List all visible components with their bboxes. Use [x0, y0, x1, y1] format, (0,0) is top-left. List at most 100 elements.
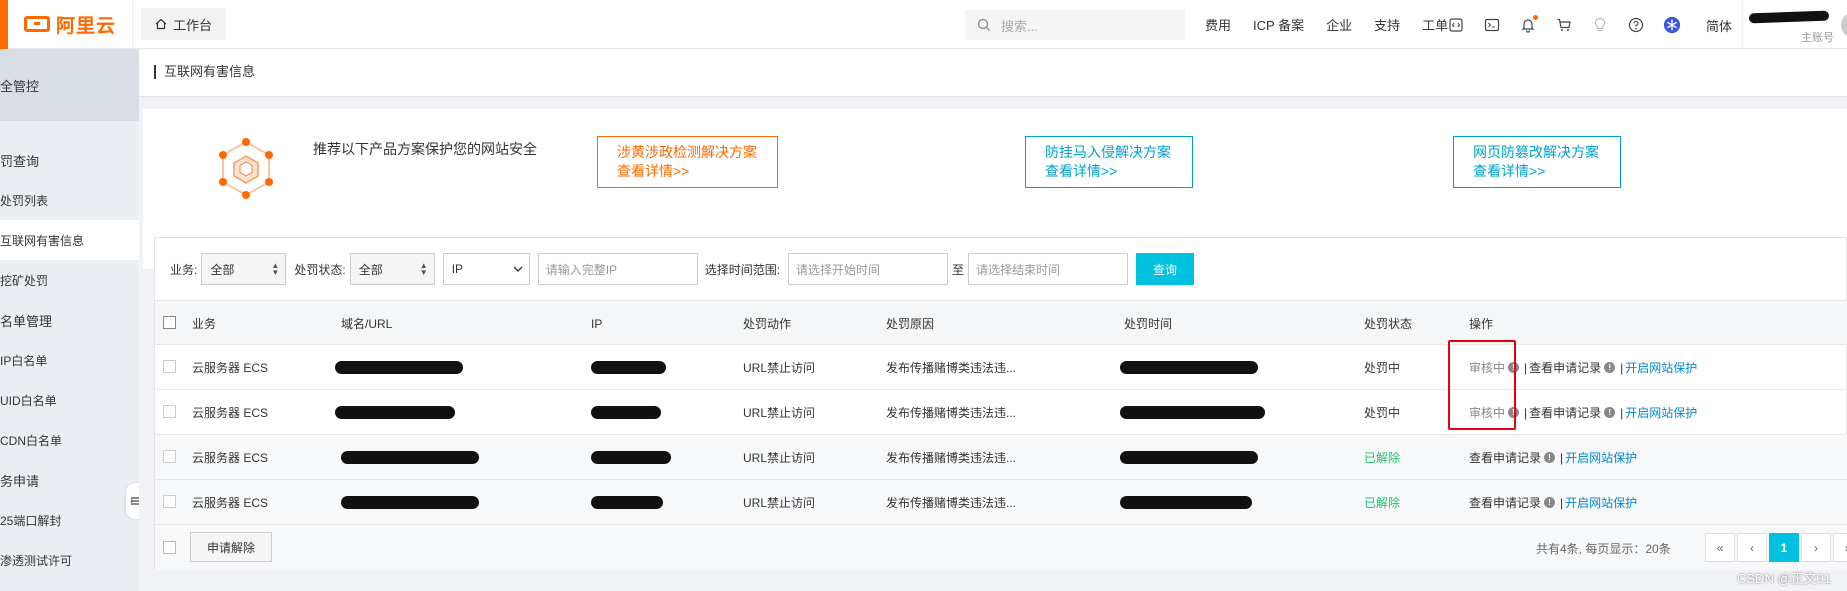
terminal-icon[interactable] [1483, 16, 1501, 34]
col-action: 处罚动作 [743, 317, 792, 331]
code-icon[interactable] [1447, 16, 1465, 34]
sidebar-item-port25-unblock[interactable]: 25端口解封 [0, 500, 139, 540]
info-icon[interactable]: ! [1604, 362, 1616, 373]
info-icon[interactable]: ! [1604, 407, 1616, 418]
row-checkbox[interactable] [163, 495, 176, 508]
workbench-label: 工作台 [173, 17, 213, 33]
nav-fees[interactable]: 费用 [1205, 15, 1231, 34]
footer-select-all-checkbox[interactable] [163, 541, 176, 554]
row-reason: 发布传播赌博类违法违... [886, 451, 1017, 465]
top-nav: 费用 ICP 备案 企业 支持 工单 [1205, 0, 1470, 49]
status-value: 全部 [358, 262, 383, 277]
promo-link[interactable]: 查看详情>> [617, 162, 777, 181]
next-page-button[interactable]: › [1801, 533, 1831, 562]
apply-release-button[interactable]: 申请解除 [190, 532, 272, 562]
enable-site-protection-link[interactable]: 开启网站保护 [1565, 449, 1637, 466]
view-request-record-link[interactable]: 查看申请记录 [1529, 404, 1601, 421]
sidebar-item-harmful-info[interactable]: 互联网有害信息 [0, 220, 139, 260]
row-action: URL禁止访问 [743, 496, 816, 510]
sidebar-group-service-request[interactable]: 务申请 [0, 460, 139, 500]
table-row: 云服务器 ECS URL禁止访问 发布传播赌博类违法违... 已解除 查看申请记… [155, 480, 1847, 525]
select-all-checkbox[interactable] [163, 316, 176, 329]
row-ip-redacted [591, 480, 663, 525]
row-domain-redacted [341, 480, 479, 525]
first-page-button[interactable]: « [1705, 533, 1735, 562]
page-1-button[interactable]: 1 [1769, 533, 1799, 562]
col-time: 处罚时间 [1124, 317, 1173, 331]
status-select[interactable]: 全部 ▲ ▼ [349, 253, 435, 285]
aliyun-logo[interactable]: 阿里云 [8, 0, 133, 49]
lightbulb-icon[interactable] [1591, 16, 1609, 34]
promo-anti-tamper[interactable]: 网页防篡改解决方案 查看详情>> [1453, 136, 1621, 188]
nav-icp[interactable]: ICP 备案 [1253, 15, 1304, 34]
row-checkbox[interactable] [163, 450, 176, 463]
search-input[interactable]: 搜索... [965, 10, 1185, 40]
view-request-record-link[interactable]: 查看申请记录 [1469, 449, 1541, 466]
top-bar: 阿里云 工作台 搜索... 费用 ICP 备案 企业 支持 工单 简体 主账号 [0, 0, 1847, 49]
promo-link[interactable]: 查看详情>> [1473, 162, 1620, 181]
ip-placeholder: 请输入完整IP [545, 262, 618, 277]
account-menu[interactable]: 主账号 [1742, 0, 1847, 49]
promo-text: 推荐以下产品方案保护您的网站安全 [313, 141, 537, 157]
info-icon[interactable]: ! [1544, 497, 1556, 508]
ip-type-select[interactable]: IP [442, 253, 530, 285]
col-business: 业务 [192, 317, 217, 331]
row-action: URL禁止访问 [743, 406, 816, 420]
enable-site-protection-link[interactable]: 开启网站保护 [1625, 359, 1697, 376]
col-status: 处罚状态 [1364, 317, 1413, 331]
sidebar-item-penalty-list[interactable]: 处罚列表 [0, 180, 139, 220]
row-checkbox[interactable] [163, 360, 176, 373]
sidebar-group-list-management[interactable]: 名单管理 [0, 300, 139, 340]
info-icon[interactable]: ! [1544, 452, 1556, 463]
sidebar-item-mining-penalty[interactable]: 挖矿处罚 [0, 260, 139, 300]
end-time-placeholder: 请选择结束时间 [976, 262, 1061, 277]
row-operations: 查看申请记录! | 开启网站保护 [1469, 494, 1638, 511]
search-placeholder: 搜索... [1001, 18, 1038, 34]
start-time-input[interactable]: 请选择开始时间 [788, 253, 949, 285]
language-switch[interactable]: 简体 [1706, 16, 1732, 35]
table-footer: 申请解除 共有4条, 每页显示：20条 « ‹ 1 › » [155, 525, 1847, 570]
bell-icon[interactable] [1519, 14, 1538, 34]
sidebar-item-pentest-permit[interactable]: 渗透测试许可 [0, 540, 139, 580]
promo-link[interactable]: 查看详情>> [1045, 162, 1192, 181]
page-info: 共有4条, 每页显示：20条 [1536, 542, 1671, 556]
business-label: 业务: [170, 262, 198, 277]
nav-enterprise[interactable]: 企业 [1326, 15, 1352, 34]
sidebar-item-cdn-whitelist[interactable]: CDN白名单 [0, 420, 139, 460]
workbench-button[interactable]: 工作台 [141, 8, 227, 40]
sidebar-group-penalty-query[interactable]: 罚查询 [0, 140, 139, 180]
enable-site-protection-link[interactable]: 开启网站保护 [1625, 404, 1697, 421]
cart-icon[interactable] [1555, 16, 1573, 34]
promo-porn-politics-detection[interactable]: 涉黄涉政检测解决方案 查看详情>> [597, 136, 778, 188]
end-time-input[interactable]: 请选择结束时间 [968, 253, 1129, 285]
col-ip: IP [591, 316, 603, 331]
pagination: « ‹ 1 › » [1705, 533, 1847, 562]
row-action: URL禁止访问 [743, 361, 816, 375]
ip-input[interactable]: 请输入完整IP [537, 253, 698, 285]
query-button[interactable]: 查询 [1136, 253, 1195, 285]
row-checkbox[interactable] [163, 405, 176, 418]
promo-anti-trojan[interactable]: 防挂马入侵解决方案 查看详情>> [1025, 136, 1193, 188]
select-arrows-icon: ▲ ▼ [271, 261, 280, 277]
nav-support[interactable]: 支持 [1374, 15, 1400, 34]
sidebar-item-ip-whitelist[interactable]: IP白名单 [0, 340, 139, 380]
col-reason: 处罚原因 [886, 317, 935, 331]
avatar[interactable] [1841, 12, 1847, 38]
business-select[interactable]: 全部 ▲ ▼ [201, 253, 287, 285]
view-request-record-link[interactable]: 查看申请记录 [1469, 494, 1541, 511]
ip-type-value: IP [451, 262, 464, 276]
sidebar-item-uid-whitelist[interactable]: UID白名单 [0, 380, 139, 420]
watermark: CSDN @正文01 [1737, 571, 1832, 586]
account-name-redacted [1748, 10, 1830, 24]
row-ip-redacted [591, 390, 661, 435]
prev-page-button[interactable]: ‹ [1737, 533, 1767, 562]
enable-site-protection-link[interactable]: 开启网站保护 [1565, 494, 1637, 511]
help-icon[interactable] [1627, 16, 1645, 34]
last-page-button[interactable]: » [1833, 533, 1847, 562]
view-request-record-link[interactable]: 查看申请记录 [1529, 359, 1601, 376]
row-business: 云服务器 ECS [192, 361, 269, 375]
row-domain-redacted [341, 435, 479, 480]
col-domain: 域名/URL [341, 317, 393, 331]
assistant-icon[interactable] [1663, 16, 1681, 34]
nav-ticket[interactable]: 工单 [1422, 15, 1448, 34]
